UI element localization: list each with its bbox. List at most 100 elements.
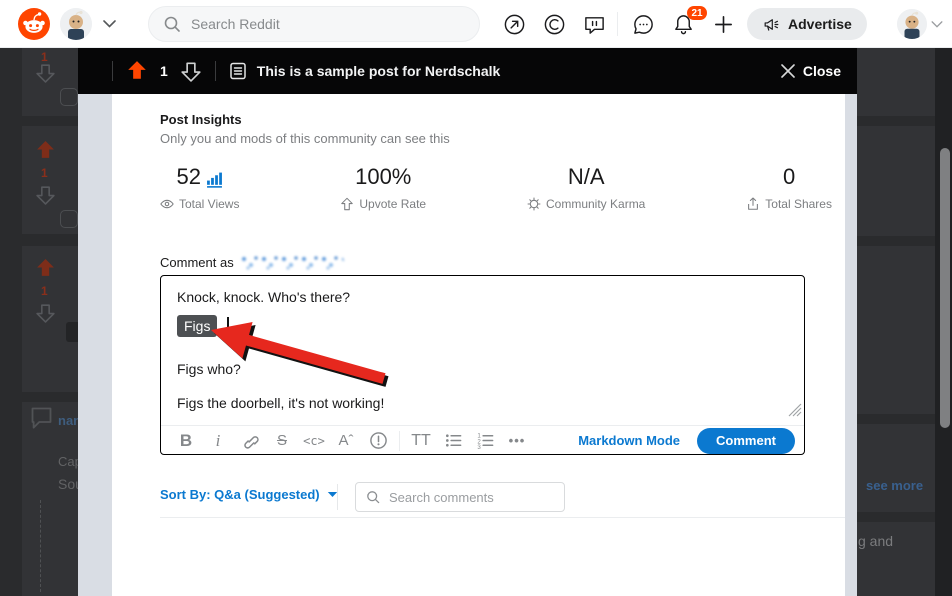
dim-button-fragment <box>66 322 78 342</box>
post-insights-title: Post Insights <box>160 112 242 127</box>
page-scrollbar-thumb[interactable] <box>940 148 950 428</box>
downvote-icon[interactable] <box>180 60 202 82</box>
comment-submit-button[interactable]: Comment <box>697 427 795 454</box>
resize-handle-icon[interactable] <box>788 403 802 417</box>
dim-see-more-link[interactable]: see more <box>866 478 923 493</box>
superscript-button[interactable]: Aˆ <box>330 428 362 454</box>
bar-chart-icon <box>207 172 222 188</box>
nav-divider <box>617 12 618 36</box>
talk-button[interactable] <box>574 4 614 44</box>
coin-icon <box>544 14 564 34</box>
search-input[interactable] <box>191 16 451 32</box>
downvote-icon[interactable] <box>35 302 56 323</box>
sort-by-dropdown[interactable]: Sort By: Q&a (Suggested) <box>160 487 338 502</box>
talk-bubble-icon <box>584 16 604 34</box>
search-bar[interactable] <box>148 6 480 42</box>
top-navigation-bar: 21 Advertise <box>0 0 952 48</box>
chat-bubble-icon <box>633 14 653 34</box>
stat-label: Upvote Rate <box>359 197 427 211</box>
annotation-arrow <box>211 322 386 384</box>
link-button[interactable] <box>234 428 266 454</box>
post-insights-subtitle: Only you and mods of this community can … <box>160 131 450 146</box>
formatting-toolbar: B i S <c> Aˆ TT 123 ••• Markdown Mode Co… <box>161 425 804 455</box>
post-content-card: Post Insights Only you and mods of this … <box>112 94 845 596</box>
comment-as-label: Comment as <box>160 255 234 270</box>
megaphone-icon <box>764 18 779 31</box>
bullet-list-button[interactable] <box>437 428 469 454</box>
search-icon <box>367 491 380 504</box>
upvote-rate-value: 100% <box>355 164 412 189</box>
comments-bar-divider <box>337 484 338 510</box>
total-views-value: 52 <box>176 164 201 189</box>
markdown-mode-link[interactable]: Markdown Mode <box>578 433 680 448</box>
advertise-button[interactable]: Advertise <box>747 8 867 40</box>
plus-icon <box>714 15 732 33</box>
arrow-up-right-circle-icon <box>504 14 524 34</box>
inline-code-button[interactable]: <c> <box>298 428 330 454</box>
search-icon <box>164 16 180 32</box>
account-avatar[interactable] <box>897 9 927 39</box>
coins-button[interactable] <box>534 4 574 44</box>
bold-button[interactable]: B <box>170 428 202 454</box>
toolbar-divider <box>399 430 400 451</box>
comment-bubble-icon <box>31 407 52 429</box>
chevron-down-icon[interactable] <box>931 21 943 28</box>
notification-badge: 21 <box>687 6 707 20</box>
stat-upvote-rate: 100% Upvote Rate <box>340 166 426 211</box>
dim-post-card <box>857 424 935 512</box>
dim-vote-count: 1 <box>41 284 48 298</box>
numbered-list-button[interactable]: 123 <box>469 428 501 454</box>
total-shares-value: 0 <box>782 164 796 189</box>
stat-label: Total Views <box>179 197 240 211</box>
downvote-icon[interactable] <box>35 62 56 83</box>
section-divider <box>160 517 845 518</box>
popular-button[interactable] <box>494 4 534 44</box>
reddit-logo[interactable] <box>18 8 50 40</box>
stat-label: Total Shares <box>765 197 832 211</box>
header-divider <box>112 61 113 81</box>
comment-thread-line <box>40 500 41 592</box>
dim-post-text-fragment: g and <box>858 533 894 549</box>
advertise-label: Advertise <box>788 16 852 32</box>
post-modal-header: 1 This is a sample post for Nerdschalk C… <box>78 48 857 94</box>
comment-as-row: Comment as <box>160 254 344 271</box>
more-formatting-button[interactable]: ••• <box>501 428 533 454</box>
dim-vote-count: 1 <box>41 166 48 180</box>
create-post-button[interactable] <box>703 4 743 44</box>
comment-search-input[interactable] <box>389 489 549 505</box>
comment-composer[interactable]: Knock, knock. Who's there? Figs . Figs w… <box>160 275 805 455</box>
chevron-down-icon[interactable] <box>103 20 116 28</box>
upvote-icon[interactable] <box>35 140 56 161</box>
community-karma-value: N/A <box>567 164 605 189</box>
italic-button[interactable]: i <box>202 428 234 454</box>
share-icon <box>748 197 759 210</box>
upvote-outline-icon <box>341 197 354 211</box>
post-insights-stats: 52 Total Views 100% Upvote Rate N/A Comm… <box>160 166 832 211</box>
close-button-label: Close <box>802 63 841 79</box>
close-button[interactable]: Close <box>781 63 841 79</box>
heading-button[interactable]: TT <box>405 428 437 454</box>
chevron-down-icon <box>327 492 337 497</box>
downvote-icon[interactable] <box>35 184 56 205</box>
chat-button[interactable] <box>623 4 663 44</box>
dim-post-card <box>857 126 935 236</box>
strikethrough-button[interactable]: S <box>266 428 298 454</box>
dim-post-card <box>857 246 935 414</box>
karma-badge-icon <box>527 197 541 211</box>
dim-post-action-button <box>60 210 78 228</box>
dim-post-action-button <box>60 88 78 106</box>
sort-by-label: Sort By: Q&a (Suggested) <box>160 487 320 502</box>
comment-search-box[interactable] <box>355 482 565 512</box>
user-avatar[interactable] <box>60 8 92 40</box>
redacted-username <box>239 254 344 271</box>
post-vote-count: 1 <box>160 63 168 79</box>
eye-icon <box>160 199 174 209</box>
upvote-icon[interactable] <box>126 60 148 82</box>
stat-total-shares: 0 Total Shares <box>746 166 832 211</box>
post-document-icon <box>230 62 246 80</box>
dim-post-card <box>857 48 935 116</box>
upvote-icon[interactable] <box>35 258 56 279</box>
header-divider <box>214 61 216 81</box>
spoiler-button[interactable] <box>362 428 394 454</box>
comment-text-line: Figs the doorbell, it's not working! <box>177 395 385 411</box>
